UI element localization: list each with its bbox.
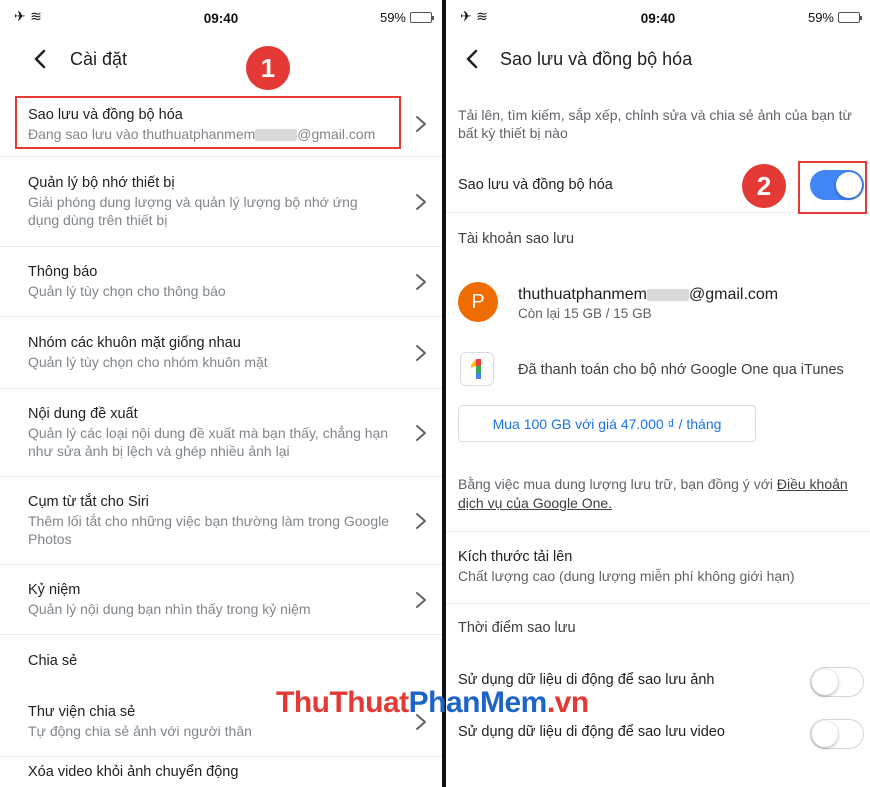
back-arrow-icon[interactable] (462, 48, 484, 70)
page-title: Sao lưu và đồng bộ hóa (500, 49, 693, 69)
battery-percent: 59% (807, 10, 834, 25)
email-redacted-block (646, 288, 689, 301)
item-subtitle: Thêm lối tắt cho những việc bạn thường l… (28, 513, 390, 547)
item-subtitle: Giải phóng dung lượng và quản lý lượng b… (28, 194, 358, 228)
settings-item-shared-library[interactable]: Thư viện chia sẻ Tự động chia sẻ ảnh với… (0, 687, 442, 757)
item-title: Nhóm các khuôn mặt giống nhau (28, 335, 241, 351)
battery-indicator: 59% (379, 10, 434, 25)
status-bar: ✈ ≋ 09:40 59% (446, 0, 870, 34)
settings-list: Sao lưu và đồng bộ hóa Đang sao lưu vào … (0, 92, 442, 787)
settings-item-remove-video[interactable]: Xóa video khỏi ảnh chuyển động (0, 757, 442, 787)
item-subtitle: Quản lý nội dung bạn nhìn thấy trong kỷ … (28, 601, 311, 617)
settings-item-device-storage[interactable]: Quản lý bộ nhớ thiết bị Giải phóng dung … (0, 157, 442, 247)
mobile-photo-toggle[interactable] (810, 667, 864, 697)
backup-time-section-label: Thời điểm sao lưu (458, 620, 576, 636)
step-badge-1: 1 (246, 46, 290, 90)
settings-item-face-groups[interactable]: Nhóm các khuôn mặt giống nhau Quản lý tù… (0, 317, 442, 389)
settings-item-suggestions[interactable]: Nội dung đề xuất Quản lý các loại nội du… (0, 389, 442, 477)
settings-item-siri-shortcuts[interactable]: Cụm từ tắt cho Siri Thêm lối tắt cho nhữ… (0, 477, 442, 565)
chevron-right-icon (416, 512, 426, 529)
status-time: 09:40 (203, 11, 239, 26)
chevron-right-icon (416, 193, 426, 210)
account-avatar[interactable]: P (458, 282, 498, 322)
backup-sync-screen: ✈ ≋ 09:40 59% Sao lưu và đồng bộ hóa Tải… (446, 0, 870, 787)
google-one-glyph (471, 359, 481, 379)
item-title: Cụm từ tắt cho Siri (28, 494, 149, 510)
email-prefix: thuthuatphanmem (518, 286, 647, 303)
mobile-video-toggle[interactable] (810, 719, 864, 749)
page-title: Cài đặt (70, 49, 128, 69)
battery-icon (410, 12, 434, 23)
upload-size-title: Kích thước tải lên (458, 549, 573, 565)
chevron-right-icon (416, 591, 426, 608)
item-subtitle: Tự động chia sẻ ảnh với người thân (28, 723, 252, 739)
account-storage: Còn lại 15 GB / 15 GB (518, 306, 652, 321)
mobile-photo-label: Sử dụng dữ liệu di động để sao lưu ảnh (458, 672, 715, 688)
item-subtitle: Quản lý tùy chọn cho nhóm khuôn mặt (28, 354, 268, 370)
toggle-knob (812, 721, 838, 747)
item-title: Thư viện chia sẻ (28, 704, 136, 720)
section-share-label: Chia sẻ (28, 653, 78, 669)
chevron-right-icon (416, 713, 426, 730)
backup-header: Sao lưu và đồng bộ hóa (446, 38, 870, 82)
account-section-label: Tài khoản sao lưu (458, 231, 575, 247)
toggle-knob (812, 669, 838, 695)
mobile-video-row: Sử dụng dữ liệu di động để sao lưu video (446, 712, 870, 758)
back-arrow-icon[interactable] (30, 48, 52, 70)
item-title: Thông báo (28, 264, 98, 280)
mobile-video-label: Sử dụng dữ liệu di động để sao lưu video (458, 724, 725, 740)
account-email[interactable]: thuthuatphanmem @gmail.com (518, 286, 778, 304)
google-one-payment-text: Đã thanh toán cho bộ nhớ Google One qua … (518, 362, 844, 378)
google-one-logo-icon: 1 (460, 352, 494, 386)
chevron-right-icon (416, 424, 426, 441)
settings-item-memories[interactable]: Kỷ niệm Quản lý nội dung bạn nhìn thấy t… (0, 565, 442, 635)
terms-text: Bằng việc mua dung lượng lưu trữ, bạn đồ… (458, 475, 858, 513)
status-time: 09:40 (640, 11, 676, 26)
battery-icon (838, 12, 862, 23)
item-subtitle: Quản lý các loại nội dung đề xuất mà bạn… (28, 425, 389, 459)
email-suffix: @gmail.com (688, 286, 779, 303)
settings-screen: ✈ ≋ 09:40 59% Cài đặt 1 Sao lưu và đồng … (0, 0, 442, 787)
chevron-right-icon (416, 344, 426, 361)
terms-prefix: Bằng việc mua dung lượng lưu trữ, bạn đồ… (458, 476, 777, 492)
chevron-right-icon (416, 116, 426, 132)
highlight-box-backup-item (15, 96, 401, 149)
item-subtitle: Quản lý tùy chọn cho thông báo (28, 283, 226, 299)
item-title: Quản lý bộ nhớ thiết bị (28, 175, 175, 191)
buy-storage-button[interactable]: Mua 100 GB với giá 47.000 ₫ / tháng (458, 405, 756, 442)
mobile-photo-row: Sử dụng dữ liệu di động để sao lưu ảnh (446, 660, 870, 706)
battery-percent: 59% (379, 10, 406, 25)
battery-indicator: 59% (807, 10, 862, 25)
step-badge-2: 2 (742, 164, 786, 208)
backup-toggle-label: Sao lưu và đồng bộ hóa (458, 177, 613, 193)
item-title: Nội dung đề xuất (28, 406, 138, 422)
backup-description: Tải lên, tìm kiếm, sắp xếp, chỉnh sửa và… (458, 107, 852, 141)
settings-header: Cài đặt (0, 38, 442, 82)
highlight-box-toggle (798, 161, 867, 214)
settings-item-notifications[interactable]: Thông báo Quản lý tùy chọn cho thông báo (0, 247, 442, 317)
upload-size-value: Chất lượng cao (dung lượng miễn phí khôn… (458, 568, 795, 584)
chevron-right-icon (416, 273, 426, 290)
item-title: Xóa video khỏi ảnh chuyển động (28, 764, 239, 780)
item-title: Kỷ niệm (28, 582, 81, 598)
status-bar: ✈ ≋ 09:40 59% (0, 0, 442, 34)
